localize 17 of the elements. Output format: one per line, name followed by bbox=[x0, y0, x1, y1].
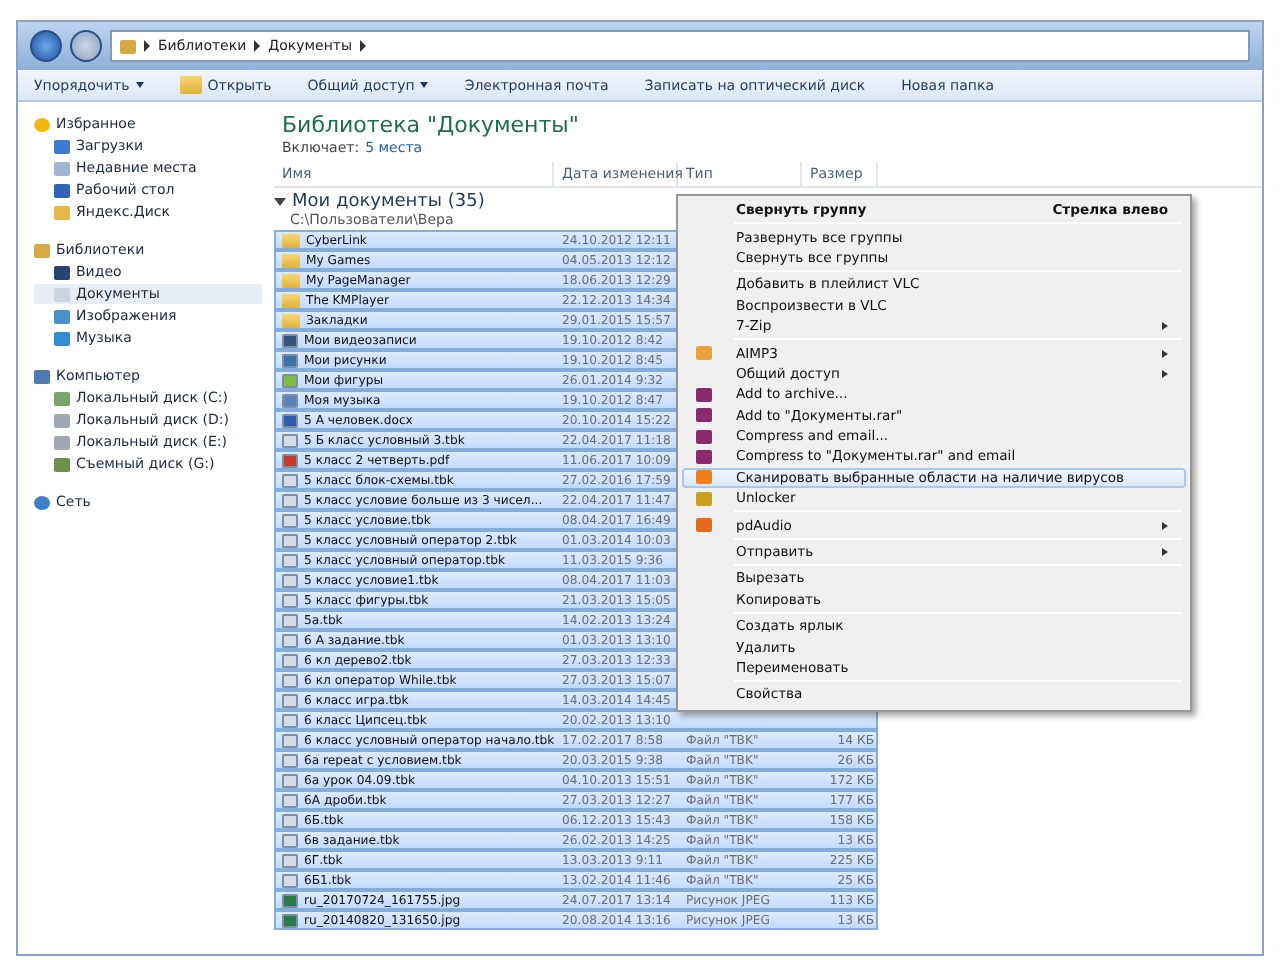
forward-button[interactable] bbox=[70, 30, 102, 62]
back-button[interactable] bbox=[30, 30, 62, 62]
caret-icon bbox=[420, 82, 429, 88]
folder-icon bbox=[54, 205, 70, 219]
submenu-arrow-icon bbox=[1162, 521, 1168, 530]
caret-icon bbox=[135, 82, 144, 88]
group-title[interactable]: Мои документы (35) bbox=[292, 192, 485, 212]
chevron-icon bbox=[360, 40, 367, 52]
collapse-icon[interactable] bbox=[274, 198, 286, 206]
submenu-arrow-icon bbox=[1162, 322, 1168, 331]
folder-icon bbox=[179, 76, 202, 94]
submenu-arrow-icon bbox=[1162, 369, 1168, 378]
chevron-icon bbox=[144, 40, 150, 52]
chevron-icon bbox=[254, 40, 261, 52]
library-title: Библиотека "Документы" bbox=[282, 112, 581, 138]
submenu-arrow-icon bbox=[1162, 548, 1168, 557]
submenu-arrow-icon bbox=[1162, 349, 1168, 358]
